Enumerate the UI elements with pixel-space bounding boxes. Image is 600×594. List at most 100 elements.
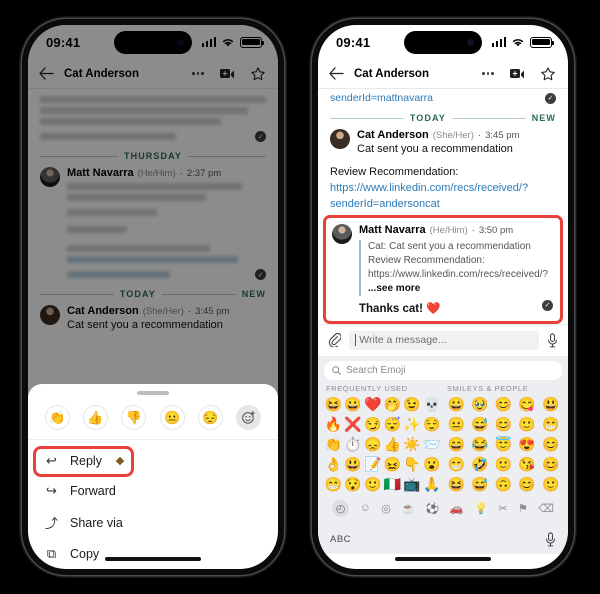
emoji-key[interactable]: 🔥 [324, 415, 343, 434]
emoji-key[interactable]: 😐 [445, 415, 468, 434]
emoji-grid-frequently-used[interactable]: 😆 😀 ❤️ 🤭 😉 💀 🔥 ❌ 😏 😴 ✨ 😌 👏 ⏱️ 😞 👍 ☀️ 📨 👌 😃 📝 😖 👇 😮 😁 😯 🙂 🇮🇹 📺 🙏 [324, 395, 441, 494]
emoji-key[interactable]: 😂 [469, 435, 492, 454]
sheet-drag-handle[interactable] [137, 391, 169, 395]
emoji-key[interactable]: 📺 [403, 475, 422, 494]
emoji-key[interactable]: 😋 [516, 395, 539, 414]
emoji-grid-smileys[interactable]: 😀 🥹 😊 😋 😃 😐 😅 😊 🙂 😁 😄 😂 😇 😍 😊 😁 🤣 🙂 😘 😊 😆 😅 🙃 😊 🙂 [445, 395, 562, 494]
menu-item-forward[interactable]: ↪ Forward [28, 476, 278, 506]
emoji-key[interactable]: 😊 [539, 435, 562, 454]
smileys-emoji-tab[interactable]: ☺ [360, 502, 371, 514]
emoji-key[interactable]: 😯 [344, 475, 363, 494]
sad-face-reaction-button[interactable]: 😔 [197, 405, 223, 430]
emoji-key[interactable]: 😌 [422, 415, 441, 434]
emoji-key[interactable]: 😅 [469, 415, 492, 434]
emoji-key[interactable]: 😇 [492, 435, 515, 454]
emoji-key[interactable]: ✨ [403, 415, 422, 434]
emoji-key[interactable]: 😴 [383, 415, 402, 434]
emoji-key[interactable]: 🇮🇹 [383, 475, 402, 494]
back-arrow-icon[interactable] [329, 67, 344, 80]
emoji-key[interactable]: 📨 [422, 435, 441, 454]
emoji-key[interactable]: 😍 [516, 435, 539, 454]
emoji-key[interactable]: 🙃 [492, 475, 515, 494]
menu-item-copy[interactable]: ⧉ Copy [28, 539, 278, 569]
emoji-key[interactable]: ☀️ [403, 435, 422, 454]
neutral-face-reaction-button[interactable]: 😐 [159, 405, 185, 430]
emoji-key[interactable]: 😁 [445, 455, 468, 474]
emoji-key[interactable]: 🙂 [516, 415, 539, 434]
more-options-icon[interactable] [192, 72, 204, 75]
home-indicator[interactable] [105, 557, 201, 561]
food-emoji-tab[interactable]: ☕ [401, 502, 415, 515]
emoji-key[interactable]: 😆 [445, 475, 468, 494]
star-icon[interactable] [251, 66, 265, 81]
clap-reaction-button[interactable]: 👏 [44, 405, 70, 430]
recent-emoji-tab[interactable]: ◴ [332, 499, 349, 517]
emoji-key[interactable]: 😊 [492, 415, 515, 434]
emoji-key[interactable]: 👇 [403, 455, 422, 474]
emoji-category-bar[interactable]: ◴ ☺ ◎ ☕ ⚽ 🚗 💡 ✂ ⚑ ⌫ [324, 496, 562, 520]
video-call-icon[interactable] [510, 68, 525, 79]
travel-emoji-tab[interactable]: 🚗 [450, 502, 464, 515]
emoji-key[interactable]: 😊 [539, 455, 562, 474]
microphone-icon[interactable] [545, 532, 556, 547]
emoji-key[interactable]: 😅 [469, 475, 492, 494]
emoji-key[interactable]: 👌 [324, 455, 343, 474]
emoji-key[interactable]: 😊 [516, 475, 539, 494]
microphone-icon[interactable] [547, 332, 558, 348]
emoji-key[interactable]: 😉 [403, 395, 422, 414]
emoji-key[interactable]: 😏 [363, 415, 382, 434]
emoji-search-field[interactable]: Search Emoji [324, 360, 562, 380]
objects-emoji-tab[interactable]: 💡 [474, 502, 488, 515]
message-input[interactable]: Write a message... [349, 330, 539, 350]
symbols-emoji-tab[interactable]: ✂ [498, 502, 507, 515]
activity-emoji-tab[interactable]: ⚽ [426, 502, 440, 515]
emoji-key[interactable]: 😆 [324, 395, 343, 414]
emoji-key[interactable]: 😀 [344, 395, 363, 414]
thumbs-down-reaction-button[interactable]: 👎 [121, 405, 147, 430]
thumbs-up-reaction-button[interactable]: 👍 [82, 405, 108, 430]
emoji-key[interactable]: 😊 [492, 395, 515, 414]
emoji-key[interactable]: 😀 [445, 395, 468, 414]
add-reaction-button[interactable] [236, 405, 262, 430]
backspace-key[interactable]: ⌫ [538, 502, 554, 515]
flags-emoji-tab[interactable]: ⚑ [518, 502, 528, 515]
emoji-key[interactable]: 🙂 [492, 455, 515, 474]
emoji-key[interactable]: 😘 [516, 455, 539, 474]
emoji-key[interactable]: 👍 [383, 435, 402, 454]
abc-key[interactable]: ABC [330, 534, 351, 545]
emoji-key[interactable]: ❌ [344, 415, 363, 434]
recommendation-link-line1[interactable]: https://www.linkedin.com/recs/received/? [330, 181, 556, 196]
see-more-link[interactable]: ...see more [368, 283, 420, 294]
emoji-key[interactable]: 😞 [363, 435, 382, 454]
menu-item-reply[interactable]: ↩ Reply [28, 446, 278, 476]
message-row-cat: Cat Anderson (She/Her) · 3:45 pm Cat sen… [318, 129, 568, 157]
emoji-key[interactable]: 🤣 [469, 455, 492, 474]
emoji-key[interactable]: 🥹 [469, 395, 492, 414]
video-call-icon[interactable] [220, 68, 235, 79]
star-icon[interactable] [541, 66, 555, 81]
emoji-key[interactable]: 😖 [383, 455, 402, 474]
emoji-key[interactable]: ⏱️ [344, 435, 363, 454]
emoji-key[interactable]: 💀 [422, 395, 441, 414]
emoji-key[interactable]: 🙂 [539, 475, 562, 494]
emoji-key[interactable]: 😁 [539, 415, 562, 434]
emoji-key[interactable]: 😄 [445, 435, 468, 454]
menu-item-share-via[interactable]: ⤴ Share via [28, 506, 278, 539]
back-arrow-icon[interactable] [39, 67, 54, 80]
emoji-key[interactable]: 🤭 [383, 395, 402, 414]
emoji-key[interactable]: 😁 [324, 475, 343, 494]
more-options-icon[interactable] [482, 72, 494, 75]
emoji-key[interactable]: ❤️ [363, 395, 382, 414]
emoji-key[interactable]: 📝 [363, 455, 382, 474]
emoji-key[interactable]: 😃 [344, 455, 363, 474]
home-indicator[interactable] [395, 557, 491, 561]
sender-id-link[interactable]: senderId=mattnavarra [330, 92, 433, 104]
emoji-key[interactable]: 😮 [422, 455, 441, 474]
emoji-key[interactable]: 🙏 [422, 475, 441, 494]
recommendation-link-line2[interactable]: senderId=andersoncat [330, 197, 556, 212]
animals-emoji-tab[interactable]: ◎ [381, 502, 391, 515]
emoji-key[interactable]: 😃 [539, 395, 562, 414]
attachment-icon[interactable] [328, 333, 341, 348]
emoji-key[interactable]: 🙂 [363, 475, 382, 494]
emoji-key[interactable]: 👏 [324, 435, 343, 454]
